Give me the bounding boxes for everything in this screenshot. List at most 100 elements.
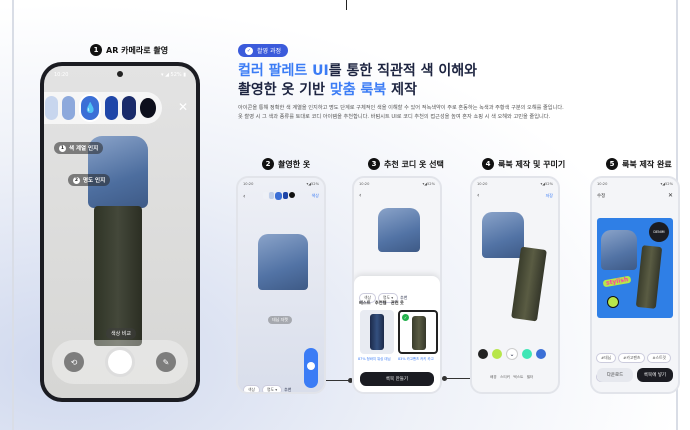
p2-header: ‹ 색상	[243, 192, 319, 200]
p4-signal: ▾◢52%	[540, 182, 553, 186]
drop-icon: 💧	[84, 102, 97, 114]
ar-camera-screen: 10:20 ▾ ◢ 52% ▮ 💧 ✕ 1 색 계열 인지 2 명도 인지 색상…	[44, 66, 196, 398]
p2-jacket	[258, 234, 308, 290]
p3-time: 10:20	[359, 182, 370, 186]
p4-color-lime[interactable]	[492, 349, 502, 359]
back-icon-2[interactable]: ‹	[359, 192, 361, 199]
p5-chip-3[interactable]: #스트릿	[647, 353, 671, 363]
p5-time: 10:20	[597, 182, 608, 186]
front-camera	[117, 71, 123, 77]
p2-edit[interactable]: 색상	[312, 193, 319, 199]
step5-text: 룩북 제작 완료	[622, 159, 672, 169]
top-divider	[346, 0, 347, 10]
badge-text: 촬영 과정	[257, 48, 281, 55]
close-icon[interactable]: ✕	[178, 100, 188, 114]
p2-chip-1[interactable]: 색상	[243, 385, 260, 392]
swatch-5[interactable]	[105, 96, 119, 120]
p4-color-mint[interactable]	[522, 349, 532, 359]
compare-label[interactable]: 색상 비교	[106, 328, 136, 339]
phone-lookbook-edit: 10:20 ▾◢52% ‹ 저장 ⌄ 배경 스티커 텍스트 필터	[470, 176, 560, 394]
p4-save[interactable]: 저장	[546, 193, 553, 199]
swatch-selected[interactable]: 💧	[79, 94, 102, 122]
pen-icon[interactable]: ✎	[156, 352, 176, 372]
phone-recommend: 10:20 ▾◢52% ‹ 색상 명도 ▾ 추천 베스트 추천템 관련 옷 ✓ 87%…	[352, 176, 442, 394]
step5-label: 5 룩북 제작 완료	[606, 158, 672, 170]
p5-signal: ▾◢52%	[660, 182, 673, 186]
p4-color-blue[interactable]	[536, 349, 546, 359]
p2-mini-palette[interactable]	[262, 192, 295, 200]
chevron-down-icon[interactable]: ⌄	[506, 348, 518, 360]
p3-item-jeans[interactable]	[360, 310, 394, 354]
p2-swatch-5[interactable]	[288, 192, 295, 198]
p2-swatch-3[interactable]	[274, 192, 282, 200]
check-icon-2: ✓	[402, 314, 409, 321]
p3-item2-caption: 83% 카고팬츠 카키 카고	[398, 357, 434, 361]
p5-pants	[635, 245, 663, 309]
back-icon[interactable]: ‹	[243, 193, 245, 200]
step2-num: 2	[262, 158, 274, 170]
step1-label: 1 AR 카메라로 촬영	[90, 44, 168, 56]
swatch-2[interactable]	[45, 96, 59, 120]
p4-jacket[interactable]	[482, 212, 524, 258]
headline-2b: 맞춤 룩북	[329, 82, 387, 98]
make-lookbook-button[interactable]: 룩북 만들기	[360, 372, 434, 386]
p2-signal: ▾◢52%	[306, 182, 319, 186]
step4-num: 4	[482, 158, 494, 170]
step2-text: 촬영한 옷	[278, 159, 311, 169]
headline-2a: 촬영한 옷 기반	[238, 82, 330, 98]
phone-captured: 10:20 ▾◢52% ‹ 색상 데님 자켓 색상 명도 ▾ 추천	[236, 176, 326, 394]
p2-swatch-2[interactable]	[268, 192, 274, 199]
connector-3-4	[444, 378, 470, 379]
back-icon-3[interactable]: ‹	[477, 192, 479, 199]
p4-color-picker[interactable]: ⌄	[478, 348, 546, 360]
slider-thumb[interactable]	[307, 362, 315, 370]
swatch-3[interactable]	[62, 96, 76, 120]
p3-item1-caption: 87% 청바지 워싱 데님	[358, 357, 391, 361]
p4-status: 10:20 ▾◢52%	[477, 182, 553, 186]
camera-controls: ⟲ ✎	[52, 340, 188, 384]
connector-dot-2	[442, 376, 447, 381]
headline: 컬러 팔레트 UI를 통한 직관적 색 이해와 촬영한 옷 기반 맞춤 룩북 제…	[238, 62, 477, 100]
description: 아이콘을 통해 정확한 색 계열을 인지하고 명도 단계로 구체적인 색을 이해…	[238, 104, 658, 122]
rotate-icon[interactable]: ⟲	[64, 352, 84, 372]
p3-header: ‹	[359, 192, 435, 199]
status-time: 10:20	[54, 72, 69, 78]
p5-chip-2[interactable]: #카고팬츠	[618, 353, 646, 363]
p2-chip-3[interactable]: 추천	[284, 387, 291, 392]
sticker-stylish[interactable]: stylish	[602, 275, 632, 288]
step4-text: 룩북 제작 및 꾸미기	[498, 159, 566, 169]
p2-swatch-4[interactable]	[282, 192, 288, 199]
download-button[interactable]: 다운로드	[597, 368, 633, 382]
sticker-smile[interactable]	[607, 296, 619, 308]
lookbook-card: DENIM stylish	[597, 218, 673, 318]
color-palette-bar[interactable]: 💧	[44, 92, 162, 124]
p3-tabs[interactable]: 베스트 추천템 관련 옷	[359, 300, 404, 306]
p3-item-cargo[interactable]: ✓	[398, 310, 438, 354]
p5-actions: 다운로드 룩북에 넣기	[597, 368, 673, 382]
page-background: 1 AR 카메라로 촬영 10:20 ▾ ◢ 52% ▮ 💧 ✕ 1 색 계열 …	[0, 0, 690, 430]
sticker-denim[interactable]: DENIM	[649, 222, 669, 242]
tag1-text: 색 계열 인지	[69, 146, 99, 152]
p2-caption: 데님 자켓	[268, 316, 292, 324]
tag-color-family: 1 색 계열 인지	[54, 142, 104, 154]
left-edge	[12, 0, 14, 430]
desc-line-2: 옷 촬영 시 그 색과 종류를 토대로 코디 아이템을 추천합니다. 바텀시트 …	[238, 114, 551, 120]
p4-color-black[interactable]	[478, 349, 488, 359]
p2-chip-2[interactable]: 명도 ▾	[262, 385, 283, 392]
p2-swatch-1[interactable]	[262, 192, 268, 199]
shutter-button[interactable]	[105, 347, 135, 377]
p4-header: ‹ 저장	[477, 192, 553, 199]
desc-line-1: 아이콘을 통해 정확한 색 계열을 인지하고 명도 단계로 구체적인 색을 이해…	[238, 105, 564, 111]
tag2-num: 2	[73, 176, 80, 184]
add-to-lookbook-button[interactable]: 룩북에 넣기	[637, 368, 673, 382]
p4-toolbar[interactable]: 배경 스티커 텍스트 필터	[490, 375, 533, 380]
swatch-7[interactable]	[139, 98, 156, 118]
step1-text: AR 카메라로 촬영	[106, 45, 169, 55]
p5-title[interactable]: 수정	[597, 193, 605, 199]
swatch-6[interactable]	[122, 96, 136, 120]
headline-1b: 를 통한 직관적 색 이해와	[328, 63, 478, 79]
brightness-slider[interactable]	[304, 348, 318, 388]
tag-brightness: 2 명도 인지	[68, 174, 111, 186]
p5-chip-1[interactable]: #데님	[596, 353, 617, 363]
close-icon-2[interactable]: ✕	[668, 192, 673, 199]
